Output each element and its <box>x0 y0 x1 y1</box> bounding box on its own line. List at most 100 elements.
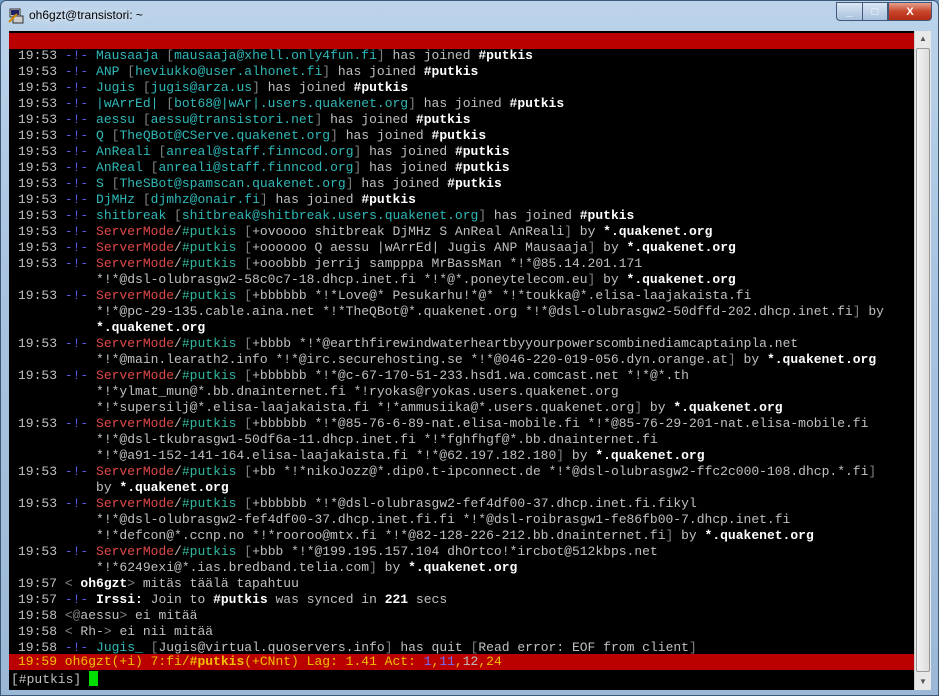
text-segment: ] <box>353 144 370 159</box>
text-segment: -!- <box>64 128 97 143</box>
scrollbar-thumb[interactable] <box>916 48 930 672</box>
terminal-area[interactable]: 19:53 -!- Mausaaja [ mausaaja@xhell.only4… <box>9 31 914 690</box>
text-segment: ei mitää <box>135 608 198 623</box>
text-segment: -!- <box>64 112 97 127</box>
text-segment: *!*6249exi@*.ias.bredband.telia.com <box>18 560 370 575</box>
log-line: 19:53 -!- ANP [heviukko@user.alhonet.fi]… <box>18 64 884 80</box>
text-segment: #putkis <box>361 192 416 207</box>
text-segment: 19:53 <box>18 496 65 511</box>
text-segment: Jugis <box>96 80 143 95</box>
text-segment: Join to <box>150 592 214 607</box>
text-segment: -!- <box>64 64 97 79</box>
text-segment: DjMHz <box>96 192 143 207</box>
log-line: 19:53 -!- |wArrEd| [bot68@|wAr|.users.qu… <box>18 96 884 112</box>
text-segment: *.quakenet.org <box>603 224 713 239</box>
minimize-button[interactable]: _ <box>836 2 862 21</box>
text-segment: 19:53 <box>18 96 65 111</box>
title-bar[interactable]: oh6gzt@transistori: ~ _ □ X <box>1 1 938 31</box>
text-segment: 19:53 <box>18 256 65 271</box>
channel-prompt: [#putkis] <box>11 672 82 687</box>
text-segment: < <box>64 576 81 591</box>
text-segment: 19:53 <box>18 64 65 79</box>
text-segment: 19:59 oh6gzt(+i) 7:fi/ <box>18 654 190 669</box>
topic-bar <box>9 33 914 49</box>
text-segment: [ <box>142 80 151 95</box>
log-line: 19:58 < Rh-> ei nii mitää <box>18 624 884 640</box>
maximize-button[interactable]: □ <box>862 2 888 21</box>
text-segment: #putkis <box>181 256 245 271</box>
log-line: 19:58 <@aessu> ei mitää <box>18 608 884 624</box>
log-line: *!*@dsl-olubrasgw2-58c0c7-18.dhcp.inet.f… <box>18 272 884 288</box>
log-line: 19:53 -!- AnReali [anreal@staff.finncod.… <box>18 144 884 160</box>
text-segment: 19:58 <box>18 624 65 639</box>
text-segment: oh6gzt <box>80 576 128 591</box>
text-segment: #putkis <box>181 544 245 559</box>
text-segment: *!*@a91-152-141-164.elisa-laajakaista.fi… <box>18 448 557 463</box>
text-segment: AnReali <box>96 144 159 159</box>
text-segment: Q <box>96 128 112 143</box>
text-segment: +bbb *!*@199.195.157.104 dhOrtco!*ircbot… <box>252 544 658 559</box>
text-segment: *!*@main.learath2.info *!*@irc.securehos… <box>18 352 728 367</box>
scroll-down-arrow-icon[interactable]: ▼ <box>915 674 931 690</box>
text-segment: has joined <box>330 112 416 127</box>
close-button[interactable]: X <box>888 2 932 21</box>
text-segment: has joined <box>493 208 580 223</box>
input-line[interactable]: [#putkis] <box>9 671 99 687</box>
text-segment: / <box>174 464 182 479</box>
text-segment: / <box>174 288 182 303</box>
text-segment: has joined <box>337 64 424 79</box>
scroll-up-arrow-icon[interactable]: ▲ <box>915 31 931 47</box>
text-segment: +ovoooo shitbreak DjMHz S AnReal AnReali <box>252 224 565 239</box>
text-segment: djmhz@onair.fi <box>150 192 260 207</box>
log-line: 19:57 -!- Irssi: Join to #putkis was syn… <box>18 592 884 608</box>
text-segment: by <box>571 448 596 463</box>
text-segment: / <box>174 416 182 431</box>
text-segment: TheQBot@CServe.quakenet.org <box>119 128 331 143</box>
log-line: 19:53 -!- S [TheSBot@spamscan.quakenet.o… <box>18 176 884 192</box>
text-segment: aessu <box>80 608 120 623</box>
text-segment: was synced in <box>275 592 385 607</box>
text-segment: 19:53 <box>18 224 65 239</box>
text-segment: *!*supersilj@*.elisa-laajakaista.fi *!*a… <box>18 400 635 415</box>
text-segment: ServerMode <box>96 416 175 431</box>
text-segment: has joined <box>267 80 354 95</box>
text-segment: +bbbbbb *!*Love@* Pesukarhu!*@* *!*toukk… <box>252 288 752 303</box>
text-segment: 19:53 <box>18 208 65 223</box>
log-line: *!*6249exi@*.ias.bredband.telia.com] by … <box>18 560 884 576</box>
text-segment: #putkis <box>189 654 245 669</box>
text-segment: -!- <box>64 256 97 271</box>
text-segment: 19:53 <box>18 336 65 351</box>
text-segment: -!- <box>64 240 97 255</box>
text-segment: ] <box>408 96 424 111</box>
log-line: 19:53 -!- ServerMode/#putkis [+bbbbbb *!… <box>18 416 884 432</box>
text-segment: [ <box>127 64 136 79</box>
window-title: oh6gzt@transistori: ~ <box>29 8 143 22</box>
text-segment: #putkis <box>415 112 471 127</box>
text-segment: has joined <box>361 176 448 191</box>
text-segment: jugis@arza.us <box>150 80 253 95</box>
log-line: 19:53 -!- Jugis [jugis@arza.us] has join… <box>18 80 884 96</box>
text-segment: Read error: EOF from client <box>478 640 689 655</box>
log-line: *!*ylmat_mun@*.bb.dnainternet.fi *!ryoka… <box>18 384 884 400</box>
text-segment: 19:53 <box>18 128 65 143</box>
text-segment: #putkis <box>181 416 245 431</box>
log-line: 19:53 -!- ServerMode/#putkis [+bbbbbb *!… <box>18 496 884 512</box>
text-segment: -!- <box>64 176 97 191</box>
text-segment: mausaaja@xhell.only4fun.fi <box>174 48 377 63</box>
text-segment: ServerMode <box>96 336 175 351</box>
text-segment: < <box>64 624 81 639</box>
text-segment: [ <box>142 112 151 127</box>
text-segment: secs <box>408 592 448 607</box>
text-segment: #putkis <box>509 96 565 111</box>
text-segment: Mausaaja <box>96 48 167 63</box>
log-line: 19:57 < oh6gzt> mitäs täälä tapahtuu <box>18 576 884 592</box>
text-segment: ServerMode <box>96 464 175 479</box>
text-segment: [ <box>244 416 253 431</box>
text-segment: ] <box>478 208 494 223</box>
text-segment: by <box>579 224 604 239</box>
text-segment: -!- <box>64 208 97 223</box>
log-line: *!*@pc-29-135.cable.aina.net *!*TheQBot@… <box>18 304 884 320</box>
text-segment: ] <box>345 176 362 191</box>
vertical-scrollbar[interactable]: ▲ ▼ <box>914 31 931 690</box>
text-segment: #putkis <box>181 288 245 303</box>
